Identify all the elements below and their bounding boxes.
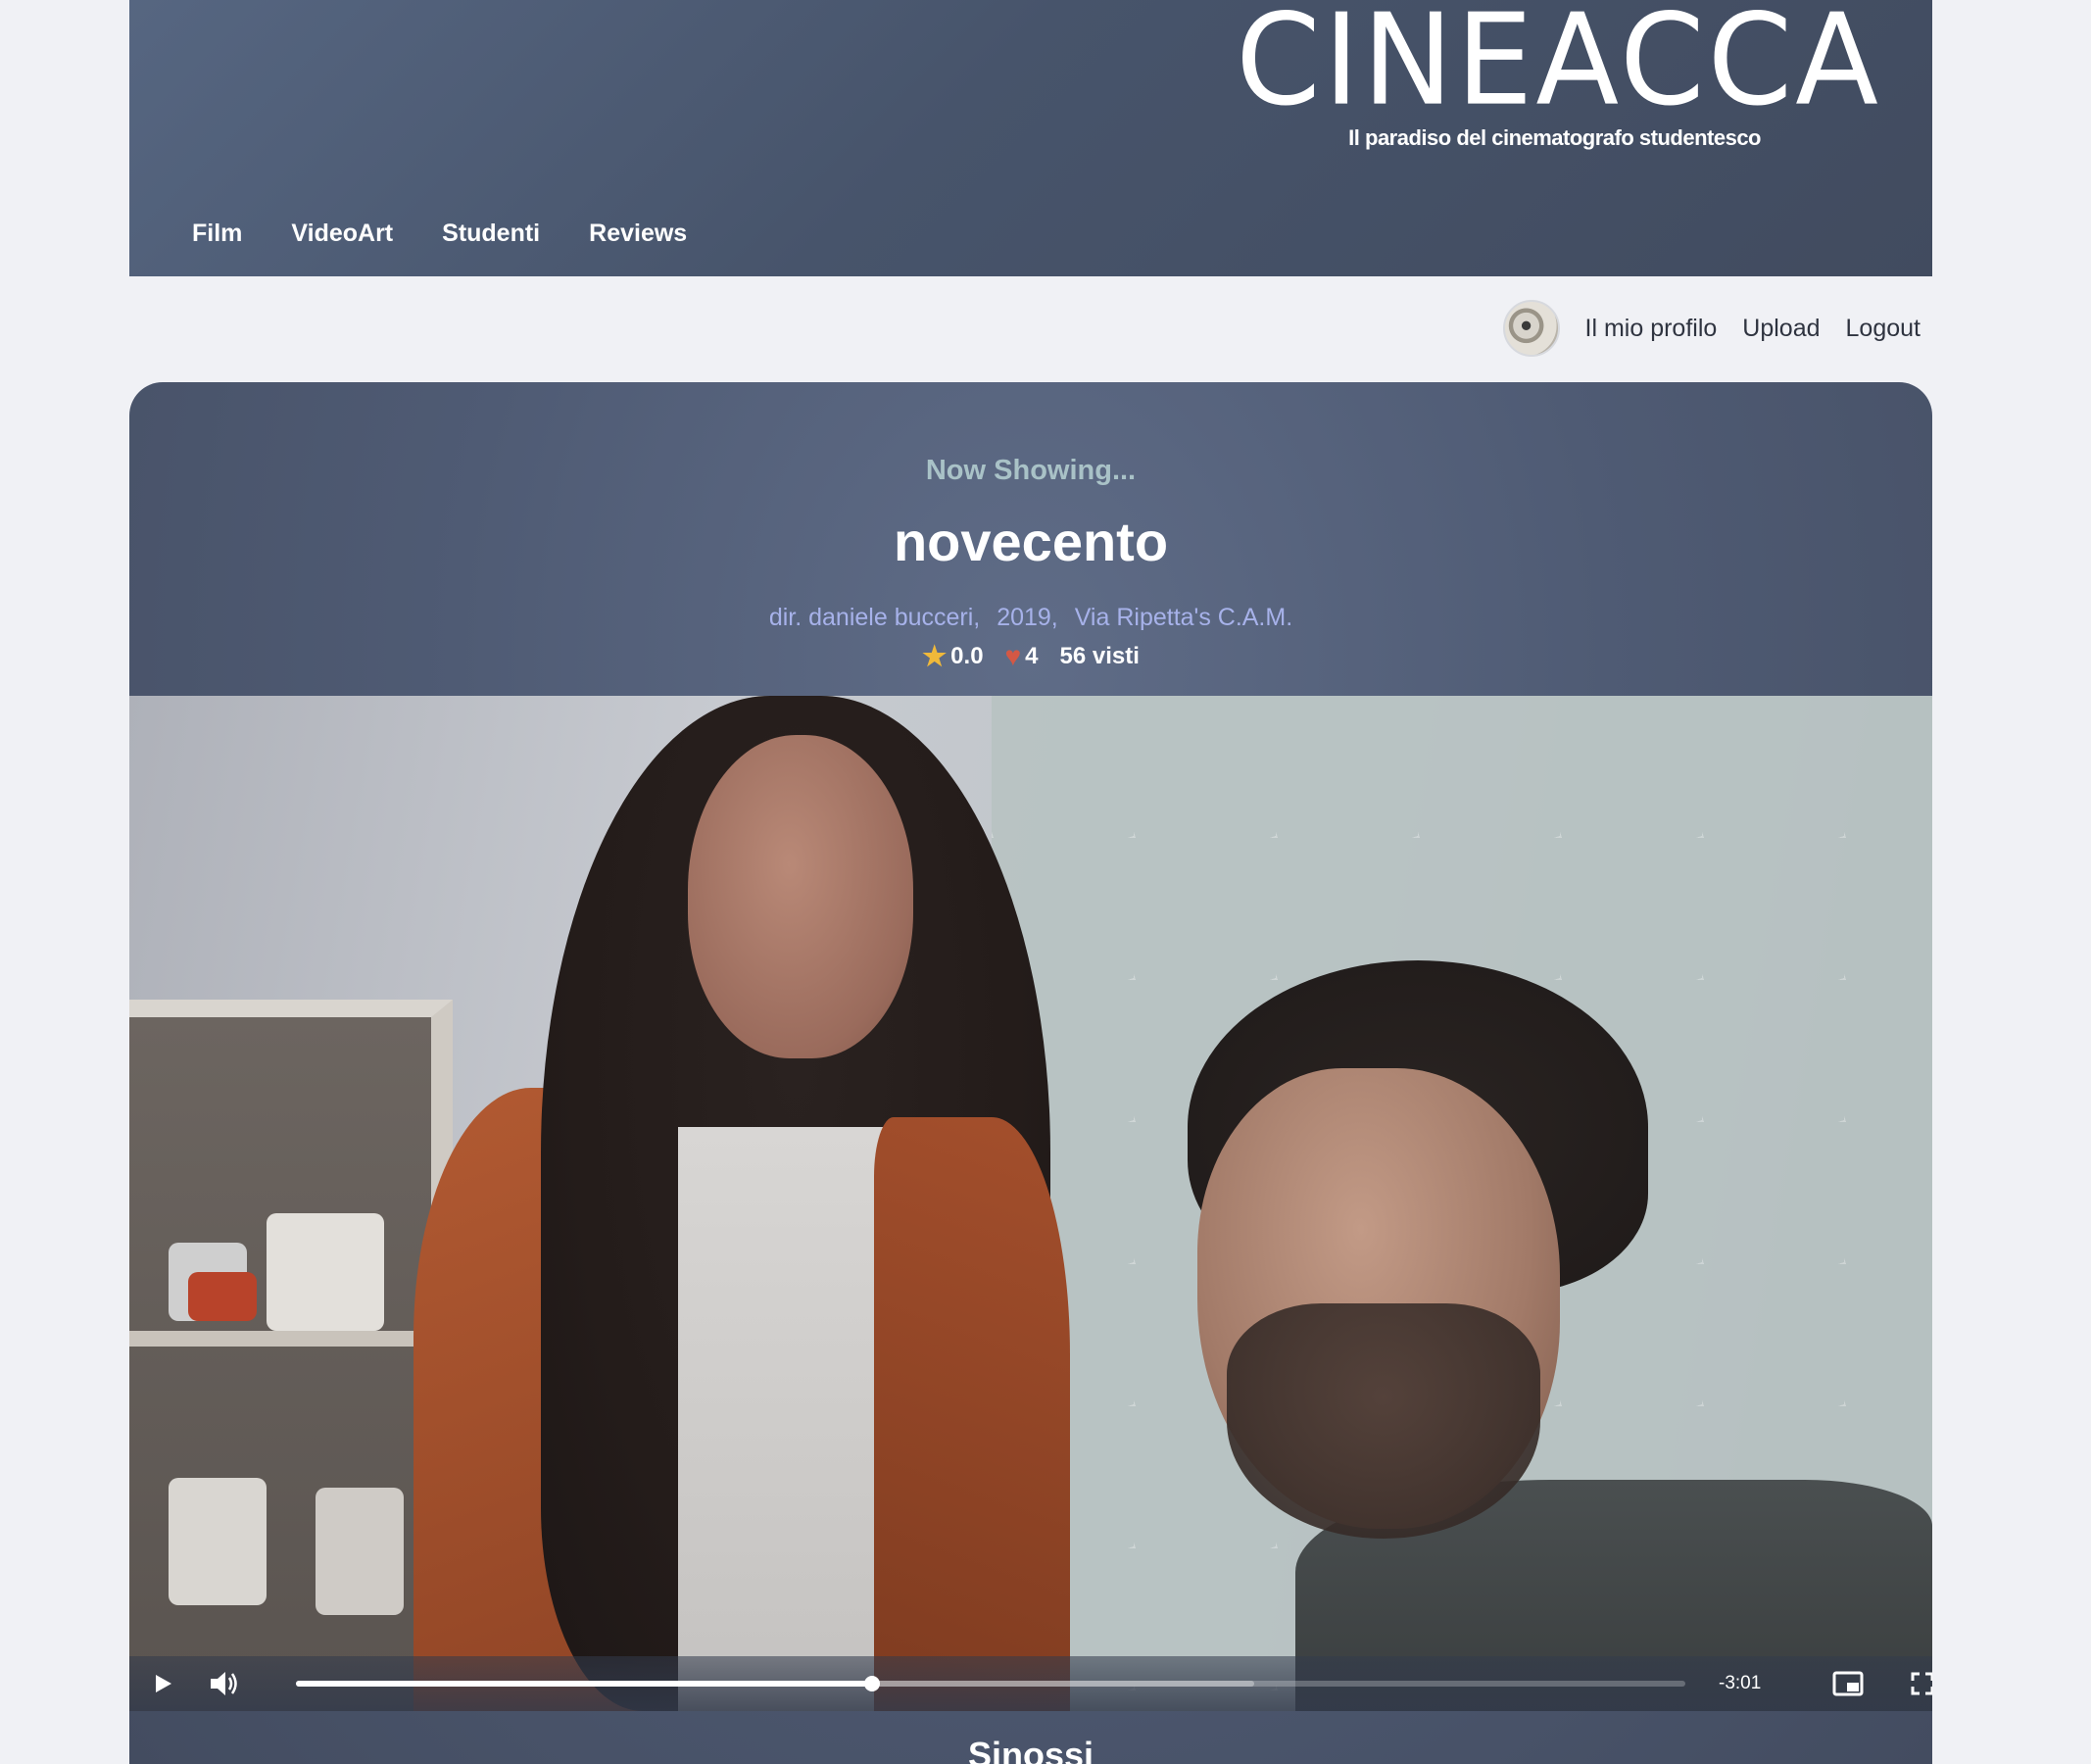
play-button[interactable]	[135, 1656, 190, 1711]
picture-in-picture-button[interactable]	[1821, 1656, 1875, 1711]
user-bar: Il mio profilo Upload Logout	[1502, 300, 1921, 357]
video-frame-figure	[688, 735, 913, 1058]
likes-stat[interactable]: ♥ 4	[1005, 641, 1039, 672]
video-frame-shelf	[129, 1000, 453, 1711]
views-stat: 56 visti	[1060, 643, 1140, 670]
views-value: 56 visti	[1059, 642, 1140, 669]
picture-in-picture-icon	[1832, 1671, 1864, 1696]
main-nav: Film VideoArt Studenti Reviews	[192, 220, 736, 248]
time-remaining: -3:01	[1719, 1673, 1762, 1693]
film-title: novecento	[893, 511, 1169, 572]
video-frame-figure	[874, 1117, 1070, 1711]
profile-link[interactable]: Il mio profilo	[1585, 315, 1718, 343]
site-tagline: Il paradiso del cinematografo studentesc…	[1348, 125, 1761, 150]
progress-bar[interactable]	[296, 1676, 1685, 1691]
film-meta: dir. daniele bucceri, 2019, Via Ripetta'…	[129, 604, 1932, 632]
video-controls: -3:01	[129, 1656, 1932, 1711]
film-school-link[interactable]: Via Ripetta's C.A.M.	[1075, 604, 1292, 631]
play-icon	[156, 1675, 171, 1692]
rating-stat: ★ 0.0	[922, 640, 983, 672]
logout-link[interactable]: Logout	[1846, 315, 1921, 343]
shelf-item	[316, 1488, 404, 1615]
site-logo[interactable]: CINEACCA	[1236, 0, 1881, 123]
nav-item-studenti[interactable]: Studenti	[442, 220, 540, 248]
shelf-item	[169, 1478, 267, 1605]
volume-icon	[211, 1672, 237, 1695]
progress-played	[296, 1681, 873, 1687]
site-header: CINEACCA Il paradiso del cinematografo s…	[129, 0, 1932, 276]
nav-item-reviews[interactable]: Reviews	[589, 220, 687, 248]
nav-item-film[interactable]: Film	[192, 220, 242, 248]
film-card: Now Showing... novecento dir. daniele bu…	[129, 382, 1932, 1764]
nav-item-videoart[interactable]: VideoArt	[291, 220, 393, 248]
progress-handle[interactable]	[864, 1676, 881, 1691]
star-icon: ★	[922, 641, 948, 671]
film-stats: ★ 0.0 ♥ 4 56 visti	[129, 640, 1932, 672]
video-frame-figure	[1227, 1303, 1540, 1539]
avatar[interactable]	[1502, 300, 1560, 357]
likes-value: 4	[1025, 642, 1039, 669]
film-director-link[interactable]: dir. daniele bucceri,	[769, 604, 980, 631]
rating-value: 0.0	[950, 642, 984, 669]
fullscreen-icon	[1911, 1672, 1932, 1695]
video-player[interactable]: -3:01	[129, 696, 1932, 1711]
synopsis-heading: Sinossi	[967, 1735, 1094, 1764]
shelf-board	[129, 1331, 431, 1347]
upload-link[interactable]: Upload	[1742, 315, 1820, 343]
volume-button[interactable]	[197, 1656, 252, 1711]
fullscreen-button[interactable]	[1895, 1656, 1932, 1711]
heart-icon[interactable]: ♥	[1005, 641, 1022, 672]
shelf-item	[267, 1213, 384, 1331]
film-year-link[interactable]: 2019,	[997, 604, 1058, 631]
shelf-item	[188, 1272, 257, 1321]
now-showing-label: Now Showing...	[925, 455, 1137, 486]
